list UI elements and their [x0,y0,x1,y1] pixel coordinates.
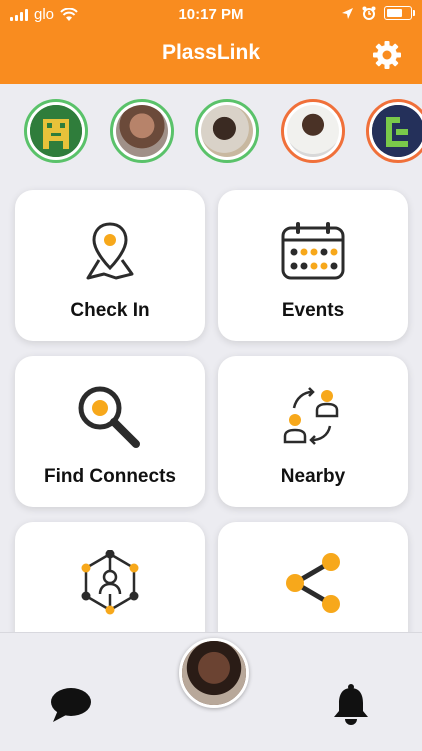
people-exchange-icon [283,387,339,445]
chat-bubble-icon[interactable] [50,686,92,724]
nearby-tile[interactable]: Nearby [218,356,408,507]
avatar [372,105,422,157]
stories-row [0,96,422,172]
alarm-icon [362,6,376,20]
network-icon [81,550,139,615]
battery-icon [384,6,415,20]
nearby-label: Nearby [280,466,346,487]
status-bar: glo 10:17 PM [0,0,422,30]
app-header: glo 10:17 PM PlassLink [0,0,422,84]
find-connects-label: Find Connects [44,466,176,487]
events-label: Events [281,300,345,321]
story-avatar[interactable] [192,96,262,166]
story-avatar[interactable] [278,96,348,166]
story-avatar[interactable] [21,96,91,166]
gear-icon[interactable] [372,40,402,70]
check-in-tile[interactable]: Check In [15,190,205,341]
bell-icon[interactable] [331,683,371,725]
avatar [201,105,253,157]
app-title: PlassLink [161,41,261,64]
avatar [30,105,82,157]
profile-avatar-button[interactable] [179,638,249,708]
events-tile[interactable]: Events [218,190,408,341]
check-in-label: Check In [70,300,150,321]
share-icon [286,553,340,613]
calendar-icon [281,222,345,280]
avatar [116,105,168,157]
map-pin-icon [86,222,134,280]
magnifier-icon [78,386,140,448]
find-connects-tile[interactable]: Find Connects [15,356,205,507]
avatar [287,105,339,157]
story-avatar[interactable] [363,96,422,166]
location-arrow-icon [342,7,353,19]
story-avatar[interactable] [107,96,177,166]
avatar [182,641,246,705]
